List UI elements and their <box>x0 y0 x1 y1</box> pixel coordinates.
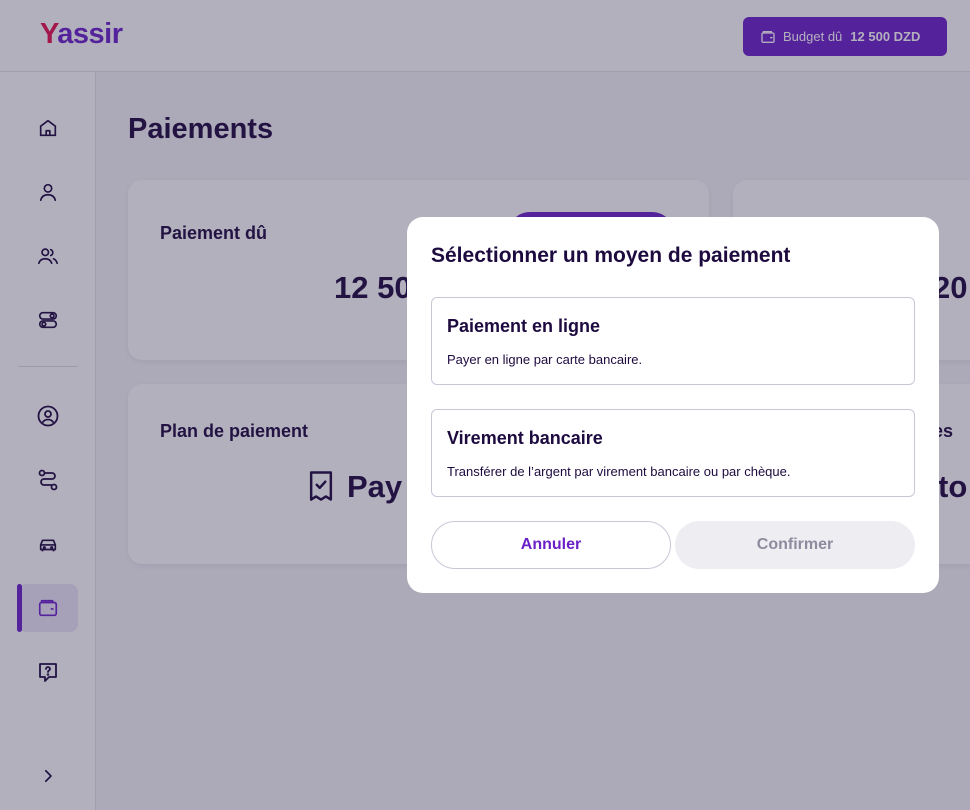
option-description: Payer en ligne par carte bancaire. <box>447 352 643 367</box>
cancel-button[interactable]: Annuler <box>431 521 671 569</box>
option-title: Paiement en ligne <box>447 316 601 336</box>
payment-method-modal: Sélectionner un moyen de paiement Paieme… <box>407 217 939 593</box>
confirm-button[interactable]: Confirmer <box>675 521 915 569</box>
option-title: Virement bancaire <box>447 428 603 448</box>
option-description: Transférer de l’argent par virement banc… <box>447 464 791 479</box>
modal-title: Sélectionner un moyen de paiement <box>431 244 791 267</box>
option-online-payment[interactable]: Paiement en ligne Payer en ligne par car… <box>431 297 915 385</box>
option-bank-transfer[interactable]: Virement bancaire Transférer de l’argent… <box>431 409 915 497</box>
